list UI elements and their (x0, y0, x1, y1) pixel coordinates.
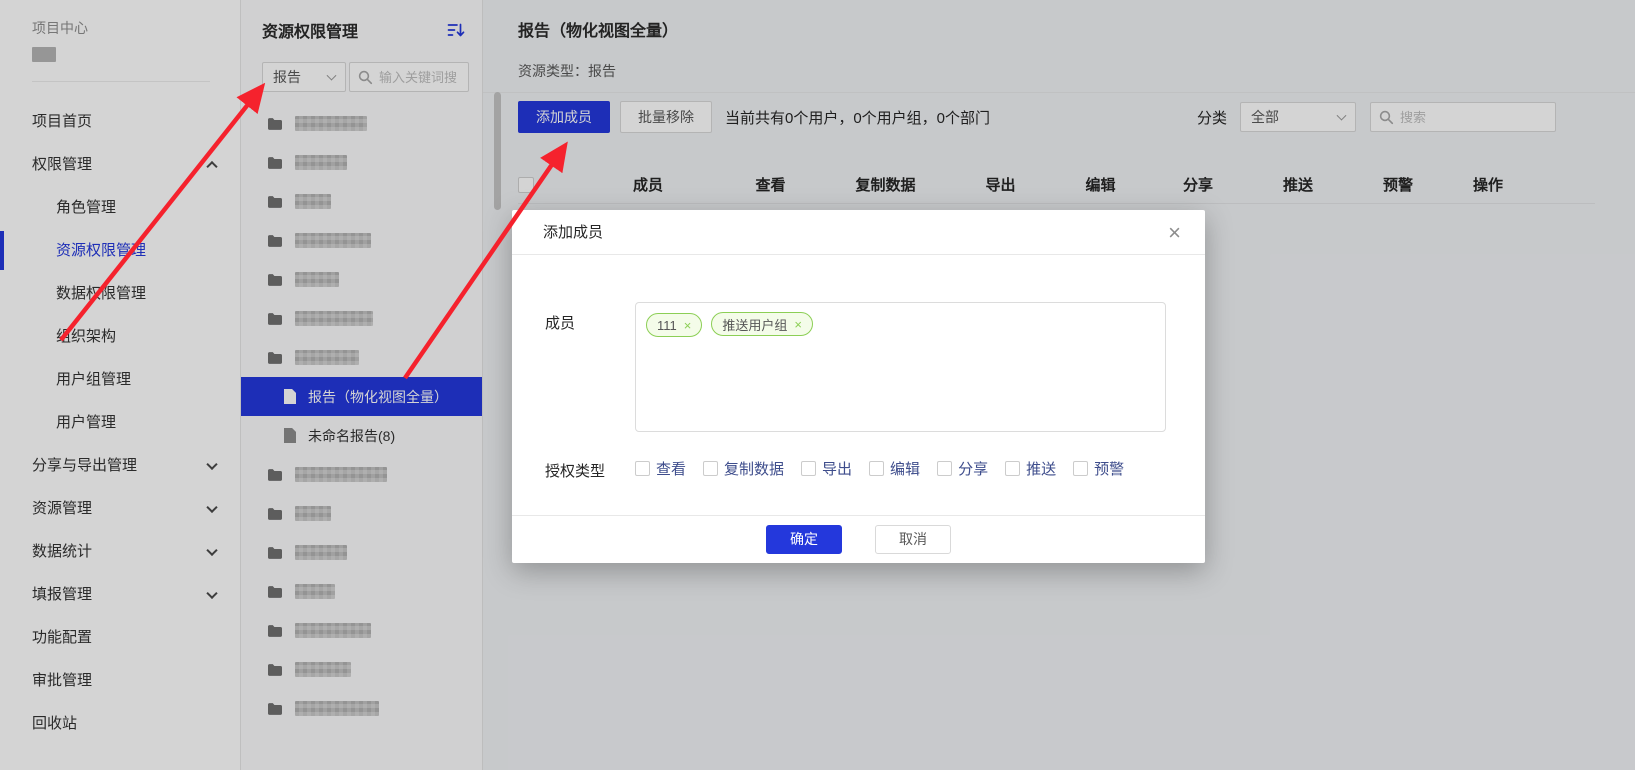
auth-checkbox-导出[interactable]: 导出 (801, 458, 852, 479)
remove-tag-icon[interactable] (684, 318, 692, 333)
checkbox-icon[interactable] (801, 461, 816, 476)
confirm-button[interactable]: 确定 (766, 525, 842, 554)
remove-tag-icon[interactable] (794, 317, 802, 332)
auth-checkbox-复制数据[interactable]: 复制数据 (703, 458, 784, 479)
auth-checkbox-预警[interactable]: 预警 (1073, 458, 1124, 479)
auth-checkbox-推送[interactable]: 推送 (1005, 458, 1056, 479)
checkbox-icon[interactable] (1073, 461, 1088, 476)
app-root: 项目中心 项目首页权限管理角色管理资源权限管理数据权限管理组织架构用户组管理用户… (0, 0, 1635, 770)
auth-checkbox-label: 复制数据 (724, 458, 784, 479)
member-tags-input[interactable]: 111 推送用户组 (635, 302, 1166, 432)
modal-header: 添加成员 (512, 210, 1205, 255)
checkbox-icon[interactable] (1005, 461, 1020, 476)
auth-checkbox-label: 导出 (822, 458, 852, 479)
auth-type-checkboxes: 查看 复制数据 导出 编辑 分享 推送 预警 (635, 458, 1141, 479)
auth-checkbox-查看[interactable]: 查看 (635, 458, 686, 479)
modal-footer: 确定 取消 (512, 515, 1205, 563)
checkbox-icon[interactable] (635, 461, 650, 476)
auth-checkbox-编辑[interactable]: 编辑 (869, 458, 920, 479)
checkbox-icon[interactable] (869, 461, 884, 476)
close-icon[interactable] (1168, 210, 1181, 255)
auth-checkbox-label: 推送 (1026, 458, 1056, 479)
cancel-button[interactable]: 取消 (875, 525, 951, 554)
member-tag: 111 (646, 313, 702, 337)
add-member-modal: 添加成员 成员 111 推送用户组 授权类型 查看 复制数据 导出 编辑 分享 推送 预警 确… (512, 210, 1205, 563)
member-tag: 推送用户组 (711, 312, 813, 336)
checkbox-icon[interactable] (937, 461, 952, 476)
auth-checkbox-label: 编辑 (890, 458, 920, 479)
auth-checkbox-label: 预警 (1094, 458, 1124, 479)
modal-title: 添加成员 (543, 224, 603, 241)
member-tag-label: 111 (657, 318, 677, 333)
auth-checkbox-label: 分享 (958, 458, 988, 479)
member-field-label: 成员 (545, 312, 575, 333)
member-tag-label: 推送用户组 (722, 315, 787, 334)
checkbox-icon[interactable] (703, 461, 718, 476)
auth-checkbox-label: 查看 (656, 458, 686, 479)
auth-type-label: 授权类型 (545, 460, 605, 481)
auth-checkbox-分享[interactable]: 分享 (937, 458, 988, 479)
